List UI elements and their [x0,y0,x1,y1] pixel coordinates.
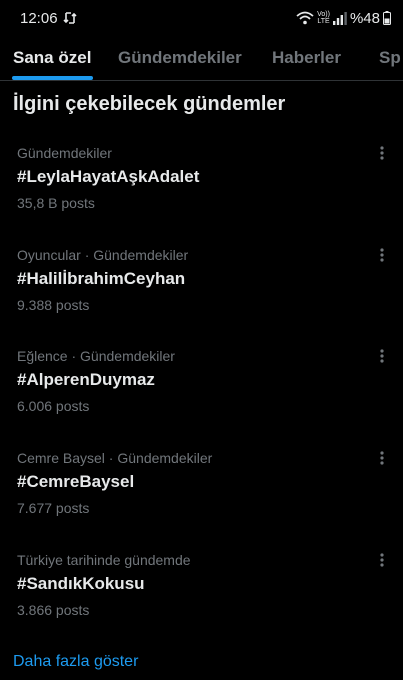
trend-context: Türkiye tarihinde gündemde [17,552,191,568]
section-title: İlgini çekebilecek gündemler [13,93,286,115]
tab-news[interactable]: Haberler [272,48,341,68]
more-options-icon[interactable] [374,552,390,572]
tab-trending[interactable]: Gündemdekiler [118,48,242,68]
trend-context: Gündemdekiler [17,145,112,161]
status-bar: 12:06 Vo)) LTE %48 [0,0,403,38]
trend-item[interactable]: Oyuncular · Gündemdekiler #HalilİbrahimC… [0,247,403,347]
trend-post-count: 35,8 B posts [17,195,95,211]
more-options-icon[interactable] [374,145,390,165]
signal-icon [332,11,347,25]
battery-icon [383,11,391,25]
trend-context: Cemre Baysel · Gündemdekiler [17,450,213,466]
sync-icon [63,12,77,24]
trend-post-count: 6.006 posts [17,398,90,414]
trend-context: Oyuncular · Gündemdekiler [17,247,189,263]
trend-hashtag[interactable]: #LeylaHayatAşkAdalet [17,167,199,187]
trend-context: Eğlence · Gündemdekiler [17,348,175,364]
trend-post-count: 9.388 posts [17,297,90,313]
trend-post-count: 3.866 posts [17,602,90,618]
network-type-label: Vo)) LTE [317,11,330,25]
wifi-icon [296,11,314,25]
trend-item[interactable]: Cemre Baysel · Gündemdekiler #CemreBayse… [0,450,403,550]
trend-hashtag[interactable]: #SandıkKokusu [17,574,145,594]
more-options-icon[interactable] [374,450,390,470]
tab-sports[interactable]: Sp [379,48,401,68]
tab-for-you[interactable]: Sana özel [13,48,91,68]
tab-bar: Sana özel Gündemdekiler Haberler Sp [0,38,403,81]
more-options-icon[interactable] [374,247,390,267]
status-time: 12:06 [20,10,58,27]
trend-hashtag[interactable]: #AlperenDuymaz [17,370,155,390]
trend-item[interactable]: Gündemdekiler #LeylaHayatAşkAdalet 35,8 … [0,145,403,245]
active-tab-indicator [12,76,93,80]
trend-post-count: 7.677 posts [17,500,90,516]
trend-item[interactable]: Türkiye tarihinde gündemde #SandıkKokusu… [0,552,403,652]
trend-hashtag[interactable]: #CemreBaysel [17,472,134,492]
show-more-link[interactable]: Daha fazla göster [13,653,138,671]
trend-hashtag[interactable]: #HalilİbrahimCeyhan [17,269,185,289]
more-options-icon[interactable] [374,348,390,368]
status-indicators: Vo)) LTE %48 [293,9,391,27]
battery-percent: %48 [349,9,380,27]
trend-item[interactable]: Eğlence · Gündemdekiler #AlperenDuymaz 6… [0,348,403,448]
